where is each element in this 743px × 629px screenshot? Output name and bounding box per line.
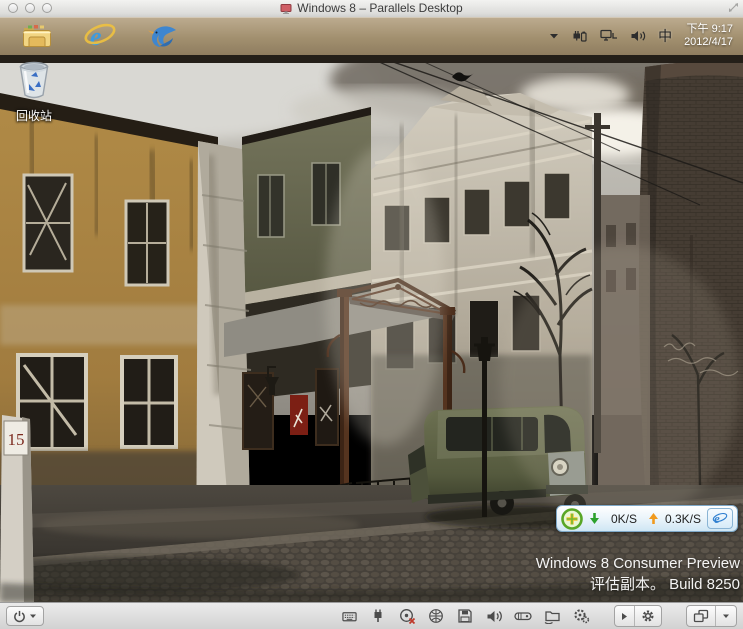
taskbar-thunderbird-icon[interactable] [146,20,180,52]
zoom-button[interactable] [42,3,52,13]
power-icon [14,610,25,622]
windows-taskbar[interactable]: e 中 下午 9:17 2012/4/17 [0,17,743,56]
settings-button[interactable] [634,606,661,626]
watermark-line2: 评估副本。 Build 8250 [589,576,740,593]
power-dropdown-icon [30,614,36,618]
hidden-icons-chevron[interactable] [549,32,559,40]
recycle-bin[interactable]: 回收站 [6,59,62,124]
thunderbird-icon [148,26,176,47]
desktop[interactable]: 15 回收站 0K/S 0.3K/S e Windows 8 Consumer … [0,55,743,602]
ime-indicator[interactable]: 中 [658,26,672,46]
cd-dvd-status-icon[interactable] [398,607,416,625]
windows-watermark: Windows 8 Consumer Preview 评估副本。 Build 8… [536,553,740,595]
shared-folders-status-icon[interactable] [543,607,561,625]
net-speed-widget[interactable]: 0K/S 0.3K/S e [556,505,738,532]
tray-clock[interactable]: 下午 9:17 2012/4/17 [684,23,733,49]
gear-icon [642,610,654,622]
overlap-windows-icon [693,609,709,623]
titlebar[interactable]: Windows 8 – Parallels Desktop [0,0,743,18]
parallels-window: Windows 8 – Parallels Desktop e 中 下午 9:1… [0,0,743,629]
vm-monitor-icon [280,3,292,14]
chevron-down-icon [723,614,729,618]
volume-icon[interactable] [630,29,646,43]
settings-button-group [614,605,662,627]
tray-time: 下午 9:17 [686,23,733,35]
keyboard-status-icon[interactable] [340,607,358,625]
fullscreen-icon[interactable] [728,2,739,13]
window-title: Windows 8 – Parallels Desktop [297,1,463,15]
recycle-bin-label: 回收站 [15,109,52,123]
watermark-line1: Windows 8 Consumer Preview [535,555,740,572]
power-tray-icon[interactable] [571,29,588,43]
svg-text:e: e [714,511,720,526]
download-speed: 0K/S [610,511,637,526]
download-arrow-icon [590,513,599,524]
hard-disk-status-icon[interactable] [514,607,532,625]
ie-icon: e [84,22,116,51]
folder-icon [23,25,51,47]
upload-speed: 0.3K/S [664,511,701,526]
parallels-statusbar [0,602,743,629]
shared-applications-status-icon[interactable] [572,607,590,625]
expand-button[interactable] [615,606,634,626]
360-safe-icon[interactable] [561,507,583,530]
usb-status-icon[interactable] [369,607,387,625]
close-button[interactable] [8,3,18,13]
system-tray: 中 下午 9:17 2012/4/17 [549,17,743,55]
widget-ie-button[interactable]: e [707,508,733,529]
view-mode-group [686,605,737,627]
address-sign-text: 15 [8,430,25,449]
power-button[interactable] [6,606,44,626]
minimize-button[interactable] [25,3,35,13]
taskbar-internet-explorer-icon[interactable]: e [83,20,117,52]
floppy-status-icon[interactable] [456,607,474,625]
sound-status-icon[interactable] [485,607,503,625]
upload-arrow-icon [648,513,658,524]
tray-date: 2012/4/17 [684,36,733,48]
network-tray-icon[interactable] [600,29,618,43]
view-mode-button[interactable] [687,606,715,626]
ie-icon: e [712,511,728,526]
taskbar-file-explorer-icon[interactable] [20,20,54,52]
network-status-icon[interactable] [427,607,445,625]
traffic-lights [8,3,52,13]
recycle-bin-icon [19,61,49,99]
view-dropdown-button[interactable] [715,606,736,626]
